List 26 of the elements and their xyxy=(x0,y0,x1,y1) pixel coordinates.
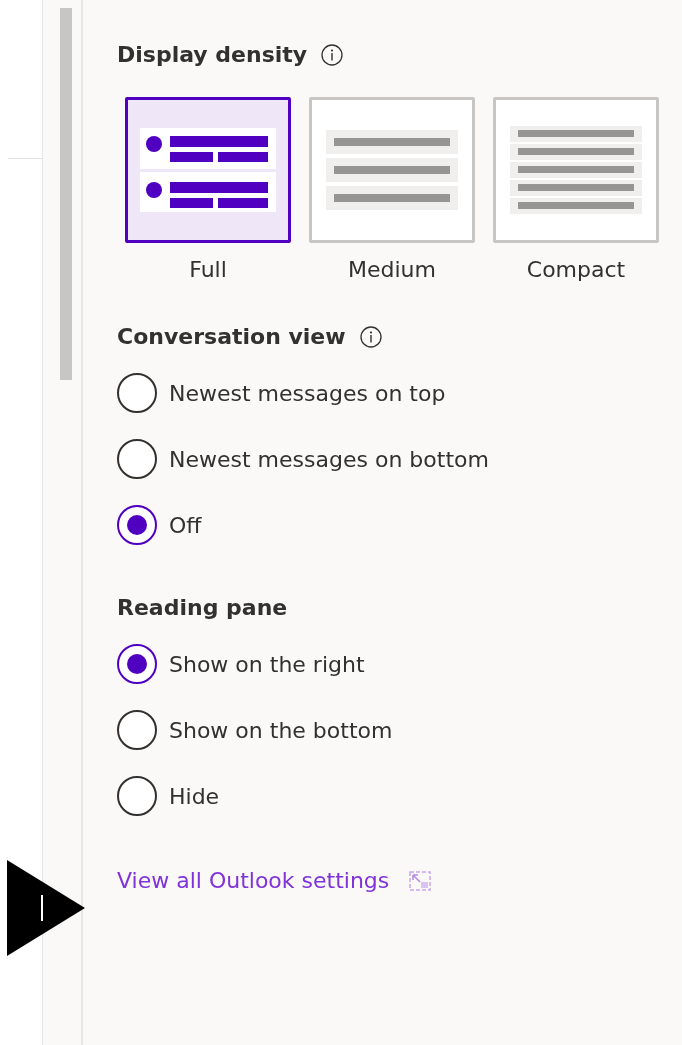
radio-option[interactable]: Newest messages on top xyxy=(117,373,682,413)
density-label: Compact xyxy=(526,256,626,284)
radio-button[interactable] xyxy=(117,710,157,750)
settings-link[interactable]: View all Outlook settings xyxy=(117,864,390,897)
radio-button[interactable] xyxy=(117,505,157,545)
radio-button[interactable] xyxy=(117,644,157,684)
full-list-icon xyxy=(140,128,276,212)
section-heading: Reading pane xyxy=(117,594,288,622)
radio-button[interactable] xyxy=(117,439,157,479)
radio-button[interactable] xyxy=(117,776,157,816)
radio-option[interactable]: Show on the right xyxy=(117,644,682,684)
radio-option[interactable]: Show on the bottom xyxy=(117,710,682,750)
density-label: Full xyxy=(189,256,227,284)
radio-option[interactable]: Newest messages on bottom xyxy=(117,439,682,479)
medium-list-icon xyxy=(326,130,458,210)
radio-button[interactable] xyxy=(117,373,157,413)
density-label: Medium xyxy=(348,256,436,284)
scrollbar-thumb[interactable] xyxy=(60,8,72,380)
info-icon[interactable] xyxy=(359,325,382,348)
compact-list-icon xyxy=(510,126,642,214)
density-option[interactable] xyxy=(125,97,291,243)
info-icon[interactable] xyxy=(321,43,344,66)
radio-option[interactable]: Off xyxy=(117,505,682,545)
section-heading: Conversation view xyxy=(117,323,346,351)
radio-option[interactable]: Hide xyxy=(117,776,682,816)
section-heading: Display density xyxy=(117,41,308,69)
